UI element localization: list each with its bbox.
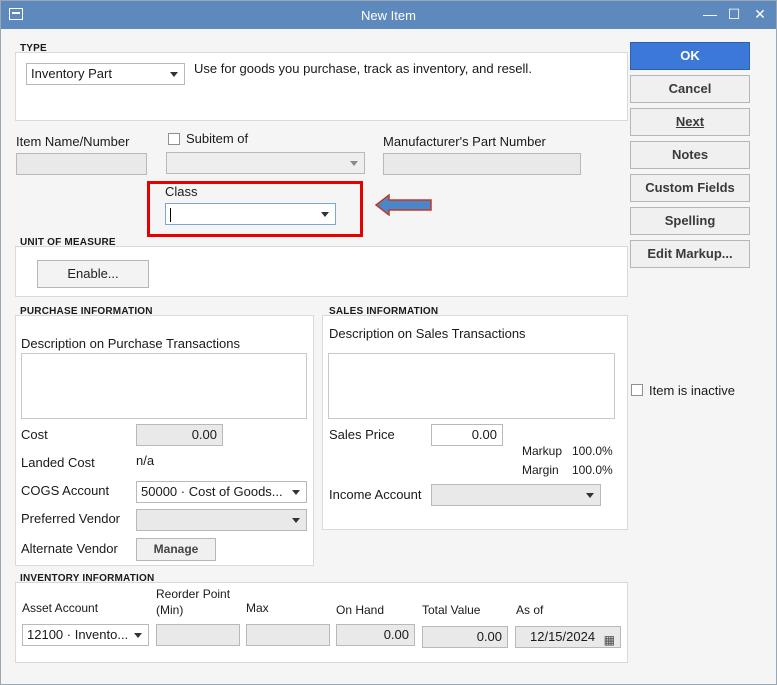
chevron-down-icon [350, 161, 358, 166]
income-account-select[interactable] [431, 484, 601, 506]
chevron-down-icon [321, 212, 329, 217]
spelling-button[interactable]: Spelling [630, 207, 750, 235]
chevron-down-icon [586, 493, 594, 498]
on-hand-label: On Hand [336, 603, 385, 617]
manufacturer-part-input[interactable] [383, 153, 581, 175]
markup-value: 100.0% [572, 444, 613, 458]
cogs-account-value: 50000 · Cost of Goods... [141, 484, 283, 499]
maximize-icon[interactable]: ☐ [725, 5, 743, 23]
reorder-point-input[interactable] [156, 624, 240, 646]
chevron-down-icon [292, 490, 300, 495]
inventory-panel [15, 582, 628, 663]
cost-label: Cost [21, 427, 48, 442]
total-value-label: Total Value [422, 603, 481, 617]
left-arrow-icon [375, 194, 432, 216]
max-label: Max [246, 601, 269, 615]
cogs-account-label: COGS Account [21, 483, 110, 498]
type-description: Use for goods you purchase, track as inv… [194, 61, 532, 76]
alternate-vendor-label: Alternate Vendor [21, 541, 118, 556]
as-of-label: As of [516, 603, 544, 617]
edit-markup-button[interactable]: Edit Markup... [630, 240, 750, 268]
subitem-label: Subitem of [186, 131, 249, 146]
manage-button[interactable]: Manage [136, 538, 216, 561]
cost-input[interactable]: 0.00 [136, 424, 223, 446]
subitem-select[interactable] [166, 152, 365, 174]
text-cursor [170, 207, 171, 222]
sales-price-input[interactable]: 0.00 [431, 424, 503, 446]
title-bar: New Item — ☐ ✕ [1, 1, 776, 29]
item-inactive-checkbox[interactable] [631, 384, 643, 396]
chevron-down-icon [134, 633, 142, 638]
income-account-label: Income Account [329, 487, 422, 502]
ok-button[interactable]: OK [630, 42, 750, 70]
cancel-button[interactable]: Cancel [630, 75, 750, 103]
preferred-vendor-select[interactable] [136, 509, 307, 531]
type-select[interactable]: Inventory Part [26, 63, 185, 85]
custom-fields-button[interactable]: Custom Fields [630, 174, 750, 202]
asset-account-label: Asset Account [22, 601, 99, 615]
item-inactive-label: Item is inactive [649, 383, 735, 398]
subitem-checkbox[interactable] [168, 133, 180, 145]
reorder-point-min-label: (Min) [156, 603, 184, 617]
item-name-label: Item Name/Number [16, 134, 130, 149]
total-value-input[interactable]: 0.00 [422, 626, 508, 648]
asset-account-select[interactable]: 12100 · Invento... [22, 624, 149, 646]
minimize-icon[interactable]: — [701, 5, 719, 23]
markup-label: Markup [522, 444, 563, 458]
purchase-description-label: Description on Purchase Transactions [21, 336, 240, 351]
manufacturer-label: Manufacturer's Part Number [383, 134, 546, 149]
chevron-down-icon [292, 518, 300, 523]
sales-price-label: Sales Price [329, 427, 395, 442]
as-of-date-value: 12/15/2024 [530, 629, 596, 644]
landed-cost-value: n/a [136, 453, 155, 468]
type-select-value: Inventory Part [31, 66, 112, 81]
sales-description-input[interactable] [328, 353, 615, 419]
purchase-description-input[interactable] [21, 353, 307, 419]
enable-button[interactable]: Enable... [37, 260, 149, 288]
class-label: Class [165, 184, 198, 199]
reorder-point-label: Reorder Point [156, 587, 231, 601]
notes-button[interactable]: Notes [630, 141, 750, 169]
class-select[interactable] [165, 203, 336, 225]
cogs-account-select[interactable]: 50000 · Cost of Goods... [136, 481, 307, 503]
calendar-icon[interactable]: ▦ [604, 630, 615, 650]
window-title: New Item [361, 8, 416, 23]
close-icon[interactable]: ✕ [751, 5, 769, 23]
preferred-vendor-label: Preferred Vendor [21, 511, 121, 526]
item-name-input[interactable] [16, 153, 147, 175]
landed-cost-label: Landed Cost [21, 455, 95, 470]
sales-description-label: Description on Sales Transactions [329, 326, 526, 341]
on-hand-input[interactable]: 0.00 [336, 624, 415, 646]
next-button[interactable]: Next [630, 108, 750, 136]
chevron-down-icon [170, 72, 178, 77]
margin-label: Margin [522, 463, 559, 477]
new-item-window: New Item — ☐ ✕ TYPE Inventory Part Use f… [0, 0, 777, 685]
max-input[interactable] [246, 624, 330, 646]
asset-account-value: 12100 · Invento... [27, 627, 129, 642]
as-of-date-input[interactable]: 12/15/2024 ▦ [515, 626, 621, 648]
margin-value: 100.0% [572, 463, 613, 477]
